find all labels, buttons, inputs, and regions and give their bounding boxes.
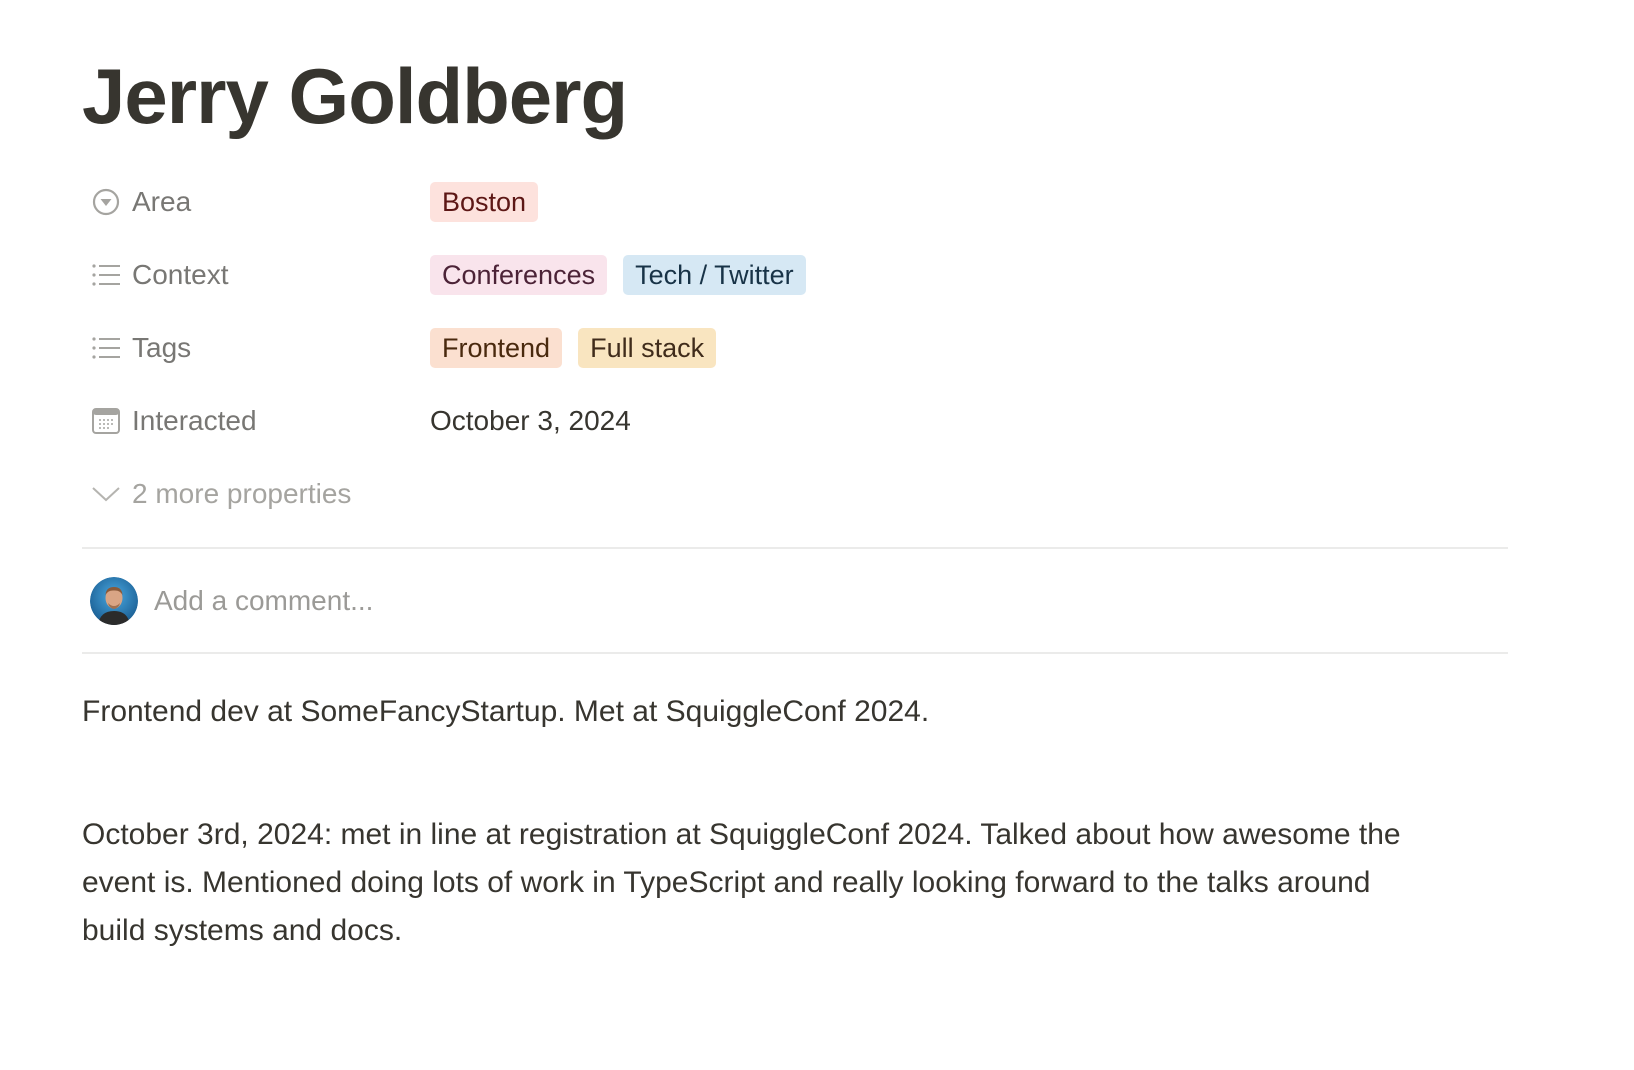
- paragraph-notes[interactable]: October 3rd, 2024: met in line at regist…: [82, 811, 1422, 955]
- divider-bottom: [82, 652, 1508, 654]
- property-label: Interacted: [132, 405, 257, 436]
- property-value-context[interactable]: Conferences Tech / Twitter: [430, 255, 806, 295]
- property-label: Context: [132, 259, 229, 290]
- more-properties-toggle[interactable]: 2 more properties: [82, 464, 1508, 524]
- user-avatar[interactable]: [90, 577, 138, 625]
- paragraph-summary[interactable]: Frontend dev at SomeFancyStartup. Met at…: [82, 688, 1508, 736]
- property-value-interacted[interactable]: October 3, 2024: [430, 405, 631, 437]
- property-row-tags: Tags Frontend Full stack: [82, 318, 1508, 378]
- property-row-context: Context Conferences Tech / Twitter: [82, 245, 1508, 305]
- chevron-down-icon: [90, 478, 122, 510]
- tag-frontend[interactable]: Frontend: [430, 328, 563, 368]
- more-properties-label-wrap: 2 more properties: [82, 472, 351, 516]
- select-icon: [90, 186, 122, 218]
- tag-conferences[interactable]: Conferences: [430, 255, 608, 295]
- property-name-context[interactable]: Context: [82, 253, 430, 297]
- property-value-tags[interactable]: Frontend Full stack: [430, 328, 717, 368]
- property-row-interacted: Interacted October 3, 2024: [82, 391, 1508, 451]
- divider-top: [82, 547, 1508, 549]
- property-label: Area: [132, 186, 192, 217]
- comment-row: [82, 576, 1508, 626]
- multi-select-icon: [90, 259, 122, 291]
- property-row-area: Area Boston: [82, 172, 1508, 232]
- more-properties-label: 2 more properties: [132, 478, 352, 509]
- property-name-tags[interactable]: Tags: [82, 326, 430, 370]
- multi-select-icon: [90, 332, 122, 364]
- property-label: Tags: [132, 332, 192, 363]
- property-name-area[interactable]: Area: [82, 180, 430, 224]
- tag-tech-twitter[interactable]: Tech / Twitter: [623, 255, 806, 295]
- property-value-area[interactable]: Boston: [430, 182, 539, 222]
- tag-boston[interactable]: Boston: [430, 182, 539, 222]
- tag-full-stack[interactable]: Full stack: [578, 328, 717, 368]
- calendar-icon: [90, 405, 122, 437]
- property-name-interacted[interactable]: Interacted: [82, 399, 430, 443]
- comment-input[interactable]: [154, 585, 1054, 617]
- page-title[interactable]: Jerry Goldberg: [82, 50, 628, 144]
- date-value: October 3, 2024: [430, 405, 631, 436]
